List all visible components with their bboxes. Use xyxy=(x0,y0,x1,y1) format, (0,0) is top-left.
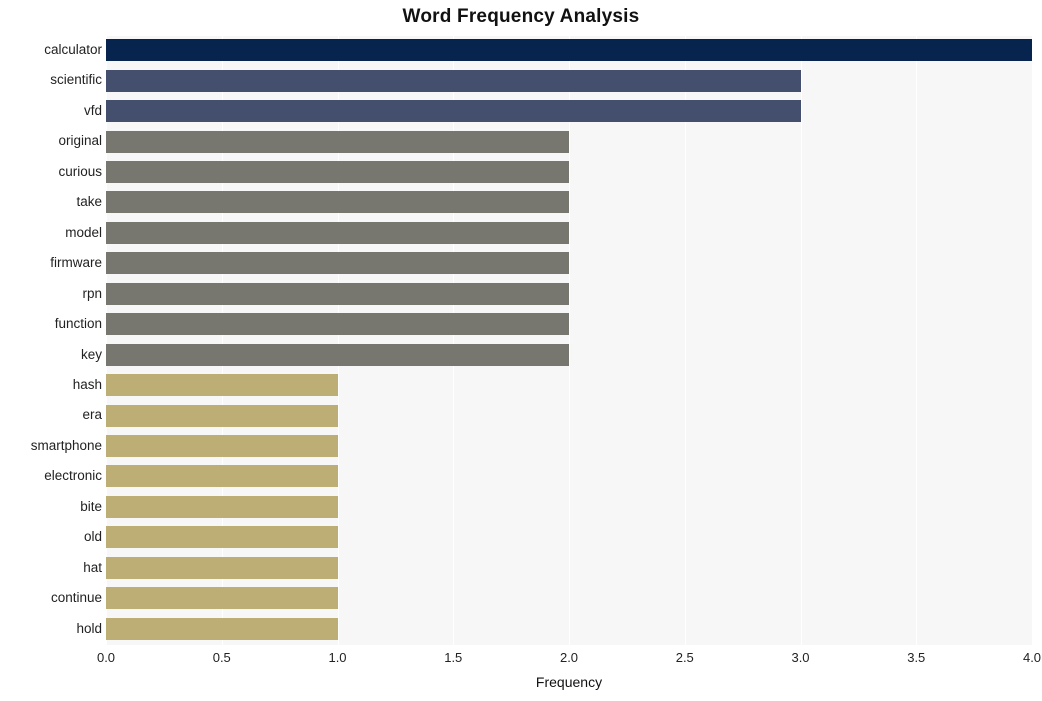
y-axis-tick-label: scientific xyxy=(50,72,102,88)
bar-row[interactable] xyxy=(106,401,1032,429)
y-axis-tick-label: era xyxy=(82,407,102,423)
x-axis-tick-label: 3.0 xyxy=(791,650,810,665)
bar-row[interactable] xyxy=(106,36,1032,64)
x-axis-tick-label: 2.0 xyxy=(559,650,579,665)
x-axis-tick-label: 1.0 xyxy=(328,650,347,665)
y-axis-tick-label: model xyxy=(65,224,102,240)
y-axis-tick-label: electronic xyxy=(44,468,102,484)
plot-area xyxy=(106,36,1033,645)
bar[interactable] xyxy=(106,221,569,244)
bar-row[interactable] xyxy=(106,249,1032,277)
bar-row[interactable] xyxy=(106,158,1032,186)
bar-row[interactable] xyxy=(106,371,1032,399)
bar[interactable] xyxy=(106,100,801,123)
y-axis-tick-label: original xyxy=(58,133,102,149)
y-axis-tick-label: take xyxy=(76,194,102,210)
y-axis-tick-label: old xyxy=(83,529,102,545)
bar[interactable] xyxy=(106,526,338,549)
bar-row[interactable] xyxy=(106,462,1032,490)
bar[interactable] xyxy=(106,252,569,275)
y-axis-tick-label: key xyxy=(80,346,102,362)
y-axis-tick-label: calculator xyxy=(44,42,102,57)
bar-row[interactable] xyxy=(106,97,1032,125)
bar[interactable] xyxy=(106,191,569,214)
bar[interactable] xyxy=(106,313,569,336)
bar[interactable] xyxy=(106,39,1032,62)
x-axis-tick-label: 2.5 xyxy=(675,650,694,665)
bar-row[interactable] xyxy=(106,493,1032,521)
bar-row[interactable] xyxy=(106,127,1032,155)
bar[interactable] xyxy=(106,404,338,427)
y-axis-tick-label: continue xyxy=(50,590,102,606)
bars-container xyxy=(106,36,1032,645)
bar[interactable] xyxy=(106,343,569,366)
word-frequency-chart: Word Frequency Analysis calculator scient… xyxy=(0,0,1042,701)
y-axis-tick-label: hold xyxy=(76,620,102,636)
bar[interactable] xyxy=(106,465,338,488)
bar-row[interactable] xyxy=(106,341,1032,369)
y-axis-tick-label: firmware xyxy=(50,255,102,271)
x-axis-tick-label: 0.0 xyxy=(96,650,116,665)
x-axis-tick-label: 3.5 xyxy=(907,650,926,665)
chart-title: Word Frequency Analysis xyxy=(402,6,640,27)
bar-row[interactable] xyxy=(106,188,1032,216)
bar-row[interactable] xyxy=(106,66,1032,94)
y-axis-tick-label: function xyxy=(54,316,102,332)
y-axis-tick-label: rpn xyxy=(82,285,102,301)
bar[interactable] xyxy=(106,374,338,397)
y-axis-tick-label: hash xyxy=(72,376,102,392)
bar[interactable] xyxy=(106,130,569,153)
bar-row[interactable] xyxy=(106,432,1032,460)
bar[interactable] xyxy=(106,435,338,458)
bar[interactable] xyxy=(106,587,338,610)
x-axis-tick-label: 4.0 xyxy=(1022,650,1042,665)
bar[interactable] xyxy=(106,556,338,579)
bar-row[interactable] xyxy=(106,523,1032,551)
bar[interactable] xyxy=(106,495,338,518)
x-axis-title: Frequency xyxy=(535,674,603,690)
y-axis-tick-label: bite xyxy=(80,498,102,514)
bar-row[interactable] xyxy=(106,280,1032,308)
y-axis-tick-label: hat xyxy=(83,559,102,575)
bar-row[interactable] xyxy=(106,310,1032,338)
x-axis-tick-label: 1.5 xyxy=(444,650,463,665)
bar[interactable] xyxy=(106,617,338,640)
y-axis-labels: calculator scientific vfd original curious ta… xyxy=(0,36,102,645)
bar-row[interactable] xyxy=(106,615,1032,643)
bar[interactable] xyxy=(106,282,569,305)
bar[interactable] xyxy=(106,69,801,92)
y-axis-tick-label: vfd xyxy=(83,102,102,118)
y-axis-tick-label: curious xyxy=(58,163,102,179)
bar-row[interactable] xyxy=(106,584,1032,612)
gridline xyxy=(1032,36,1033,645)
bar[interactable] xyxy=(106,160,569,183)
y-axis-tick-label: smartphone xyxy=(30,437,102,453)
bar-row[interactable] xyxy=(106,554,1032,582)
bar-row[interactable] xyxy=(106,219,1032,247)
x-axis-ticks: 0.0 0.5 1.0 1.5 2.0 2.5 3.0 3.5 4.0 xyxy=(97,645,1041,669)
x-axis-tick-label: 0.5 xyxy=(212,650,231,665)
